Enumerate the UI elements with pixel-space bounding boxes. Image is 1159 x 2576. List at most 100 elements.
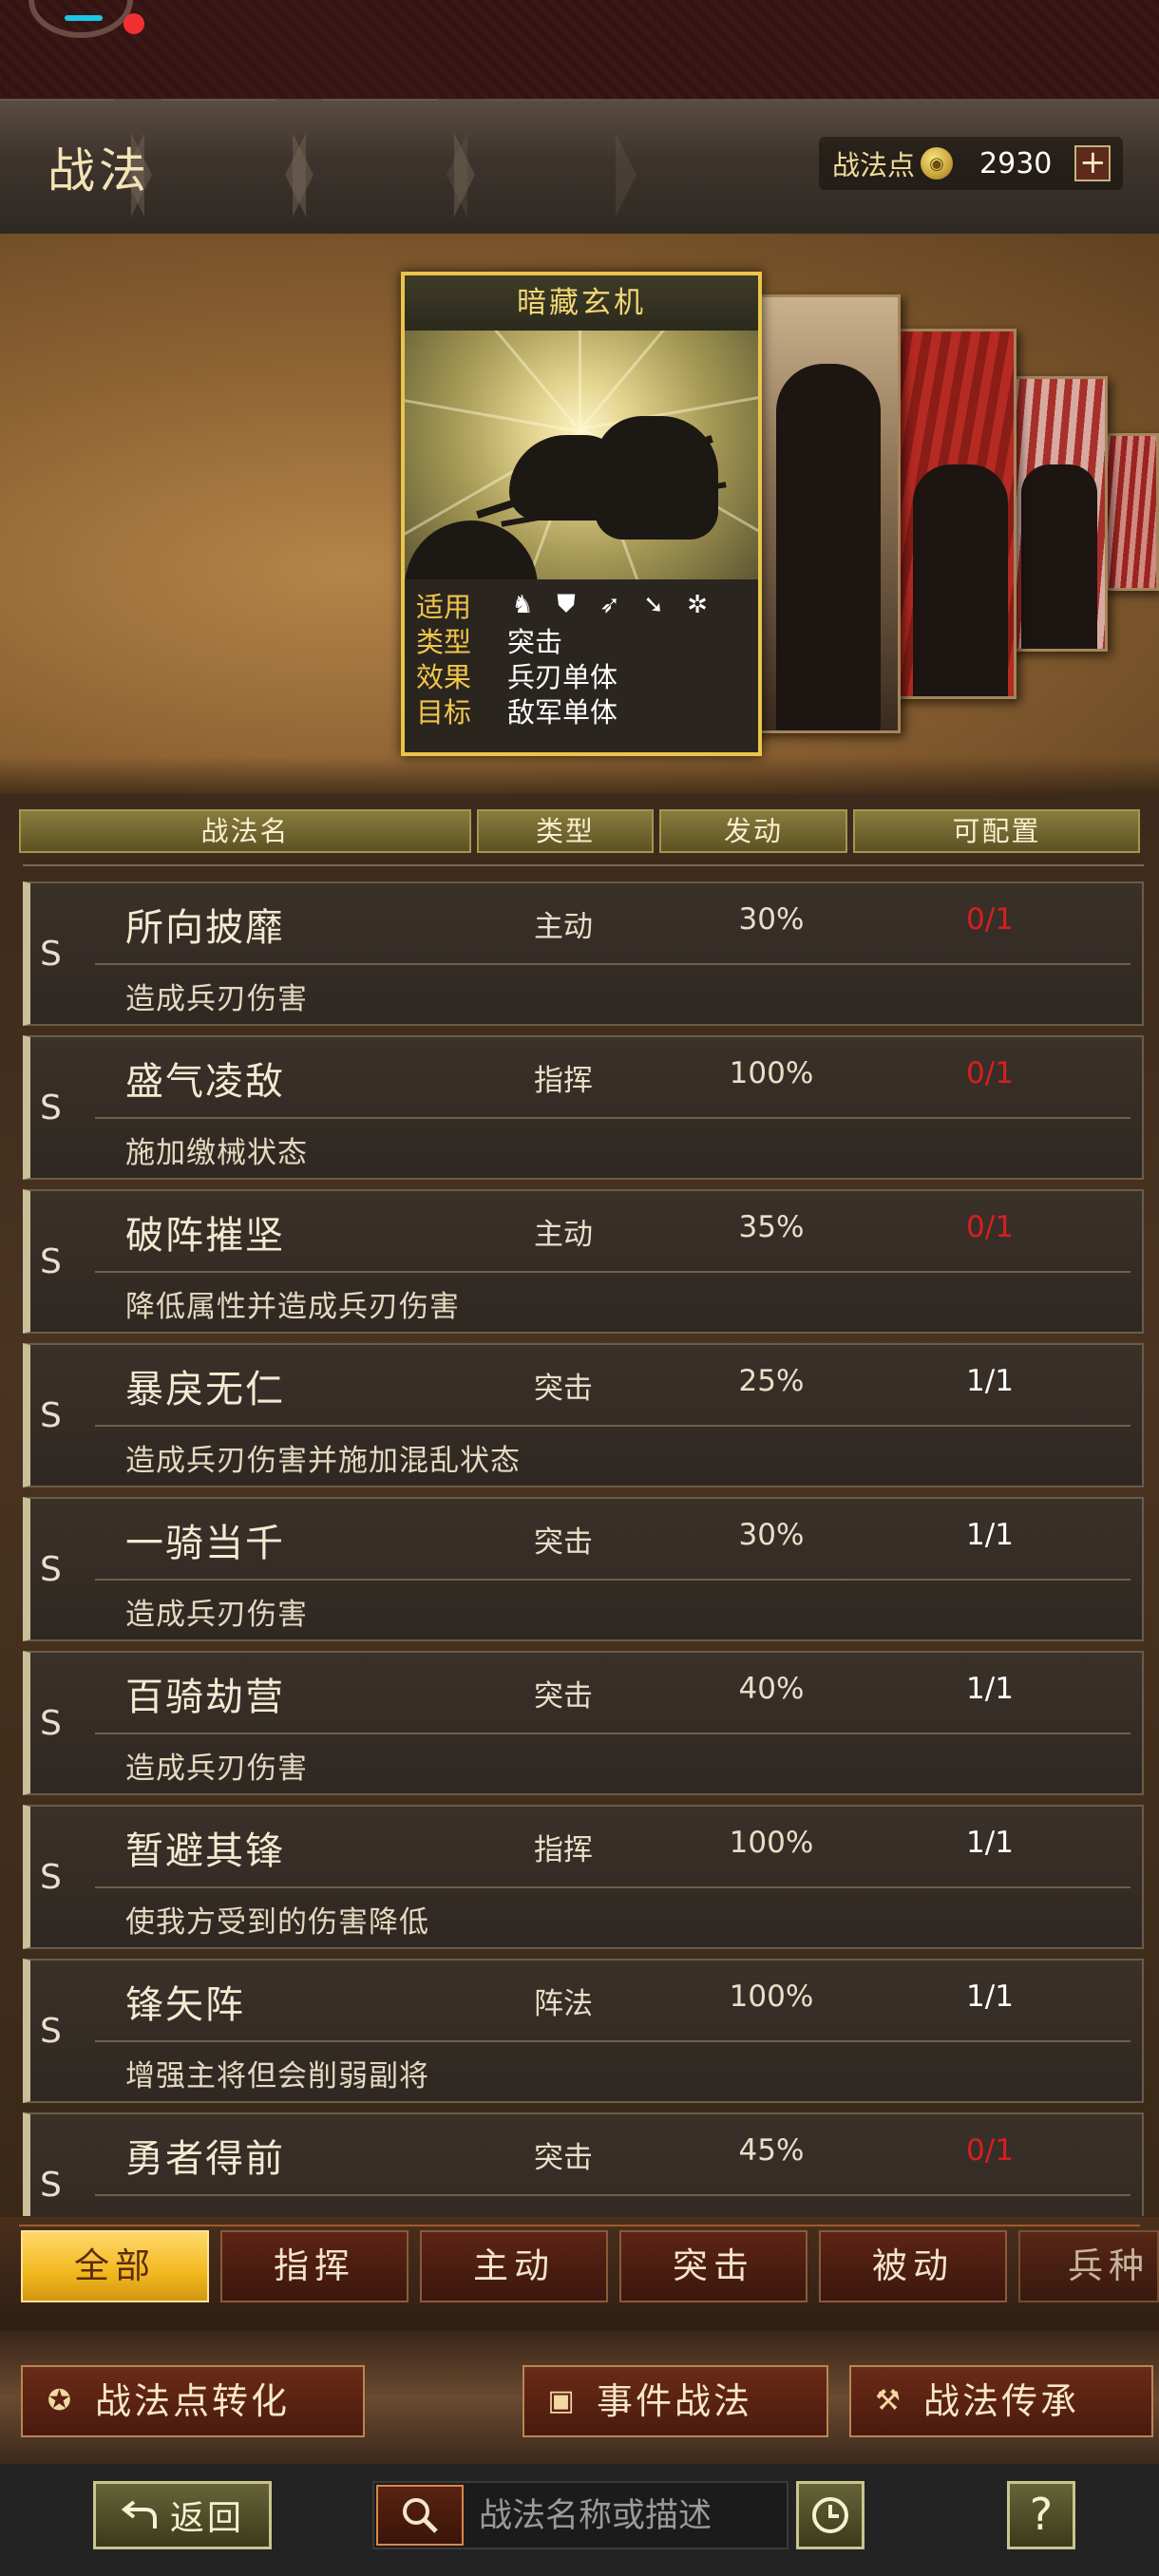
help-button[interactable]: ?	[1007, 2481, 1075, 2549]
tactic-points-value: 2930	[979, 146, 1053, 180]
tactic-config: 1/1	[966, 1672, 1014, 1706]
tactic-description: 造成兵刃伤害	[125, 1598, 308, 1632]
tactic-rate: 30%	[738, 1518, 805, 1552]
effect-value: 兵刃单体	[507, 660, 618, 693]
tab-assault[interactable]: 突击	[619, 2230, 808, 2302]
tab-command[interactable]: 指挥	[220, 2230, 408, 2302]
tab-bar-divider	[19, 2225, 1140, 2226]
tactic-grade: S	[40, 1550, 62, 1589]
header-divider	[23, 864, 1144, 866]
tactic-row[interactable]: S 锋矢阵 阵法 100% 1/1 增强主将但会削弱副将	[23, 1959, 1144, 2103]
tactic-rate: 45%	[738, 2133, 805, 2168]
convert-points-label: 战法点转化	[95, 2380, 291, 2422]
bow-icon: ➶	[599, 590, 620, 619]
tactic-type: 突击	[534, 2141, 593, 2175]
tactic-config: 0/1	[966, 902, 1014, 937]
search-input[interactable]	[479, 2491, 773, 2542]
column-header-rate[interactable]: 发动	[659, 809, 847, 853]
tactic-type: 指挥	[534, 1064, 593, 1098]
tactic-name: 暂避其锋	[125, 1829, 285, 1873]
bottom-navigation: 返回 ?	[0, 2464, 1159, 2576]
tactic-type: 突击	[534, 1372, 593, 1406]
spear-icon: ➘	[643, 590, 664, 619]
tactic-grade: S	[40, 935, 62, 974]
tactic-config: 1/1	[966, 1979, 1014, 2014]
tactic-card-thumbnail[interactable]	[891, 329, 1016, 699]
tactic-row[interactable]: S 一骑当千 突击 30% 1/1 造成兵刃伤害	[23, 1497, 1144, 1641]
tactic-row[interactable]: S 盛气凌敌 指挥 100% 0/1 施加缴械状态	[23, 1035, 1144, 1180]
tactic-grade: S	[40, 2012, 62, 2051]
tactic-config: 1/1	[966, 1826, 1014, 1860]
status-ring-icon	[28, 0, 133, 38]
row-divider	[95, 2040, 1130, 2042]
tactic-description: 造成兵刃伤害	[125, 982, 308, 1016]
cavalry-icon: ♞	[511, 590, 534, 619]
history-button[interactable]	[796, 2481, 864, 2549]
back-button[interactable]: 返回	[93, 2481, 272, 2549]
tactic-type: 主动	[534, 1218, 593, 1252]
page-title: 战法	[48, 143, 150, 199]
tactic-name: 锋矢阵	[125, 1983, 245, 2027]
tactic-row[interactable]: S 暂避其锋 指挥 100% 1/1 使我方受到的伤害降低	[23, 1805, 1144, 1949]
inherit-tactics-label: 战法传承	[923, 2380, 1080, 2422]
featured-card-artwork	[405, 331, 758, 579]
tactic-row[interactable]: S 破阵摧坚 主动 35% 0/1 降低属性并造成兵刃伤害	[23, 1189, 1144, 1334]
tactic-grade: S	[40, 1396, 62, 1435]
tactic-config: 1/1	[966, 1518, 1014, 1552]
featured-tactic-card[interactable]: 暗藏玄机 适用 ♞ ⛊ ➶ ➘ ✲ 类型 突击 效果 兵刃单体 目标 敌军单体	[401, 272, 762, 756]
back-label: 返回	[169, 2499, 244, 2538]
column-header-name[interactable]: 战法名	[19, 809, 471, 853]
target-row: 目标 敌军单体	[416, 692, 745, 729]
page-header: 战法 战法点 ◉ 2930 +	[0, 99, 1159, 234]
tactic-list-panel: 战法名 类型 发动 可配置 S 所向披靡 主动 30% 0/1 造成兵刃伤害 S…	[0, 794, 1159, 2226]
tactic-name: 盛气凌敌	[125, 1060, 285, 1104]
add-points-button[interactable]: +	[1074, 145, 1112, 181]
tactic-name: 一骑当千	[125, 1522, 285, 1565]
tactic-card-thumbnail[interactable]	[1009, 376, 1108, 652]
back-arrow-icon	[121, 2500, 157, 2529]
tactic-row[interactable]: S 百骑劫营 突击 40% 1/1 造成兵刃伤害	[23, 1651, 1144, 1795]
hex-pattern-decoration	[124, 99, 314, 234]
featured-card-name: 暗藏玄机	[405, 275, 758, 331]
type-row: 类型 突击	[416, 622, 745, 658]
hammer-icon: ⚒	[875, 2384, 903, 2417]
tab-troop[interactable]: 兵种	[1018, 2230, 1159, 2302]
tactic-row[interactable]: S 暴戾无仁 突击 25% 1/1 造成兵刃伤害并施加混乱状态	[23, 1343, 1144, 1487]
applies-row: 适用 ♞ ⛊ ➶ ➘ ✲	[416, 587, 745, 623]
action-bar: ✪ 战法点转化 ▣ 事件战法 ⚒ 战法传承	[0, 2331, 1159, 2464]
tactic-type: 指挥	[534, 1833, 593, 1867]
tab-passive[interactable]: 被动	[819, 2230, 1007, 2302]
event-tactics-label: 事件战法	[597, 2380, 753, 2422]
scroll-icon: ▣	[547, 2384, 578, 2417]
tactic-card-thumbnail[interactable]	[1102, 433, 1159, 591]
flame-coin-icon: ✪	[47, 2384, 75, 2417]
search-button[interactable]	[376, 2485, 464, 2546]
tactic-point-coin-icon: ◉	[921, 147, 954, 180]
tactic-type: 主动	[534, 910, 593, 944]
tab-all[interactable]: 全部	[21, 2230, 209, 2302]
tab-active[interactable]: 主动	[420, 2230, 608, 2302]
tactic-config: 0/1	[966, 1056, 1014, 1090]
tactic-description: 使我方受到的伤害降低	[125, 1905, 429, 1940]
siege-wheel-icon: ✲	[687, 590, 708, 619]
tactic-list[interactable]: S 所向披靡 主动 30% 0/1 造成兵刃伤害 S 盛气凌敌 指挥 100% …	[23, 881, 1144, 2216]
inherit-tactics-button[interactable]: ⚒ 战法传承	[849, 2365, 1153, 2437]
row-divider	[95, 963, 1130, 965]
tactic-row[interactable]: S 勇者得前 突击 45% 0/1	[23, 2112, 1144, 2216]
row-divider	[95, 1733, 1130, 1734]
tactic-type: 阵法	[534, 1987, 593, 2021]
status-bar	[0, 0, 1159, 99]
tactic-grade: S	[40, 1858, 62, 1897]
tactic-card-showcase: 暗藏玄机 适用 ♞ ⛊ ➶ ➘ ✲ 类型 突击 效果 兵刃单体 目标 敌军单体	[0, 234, 1159, 794]
tactic-name: 勇者得前	[125, 2137, 285, 2181]
hex-pattern-decoration	[285, 99, 475, 234]
tactic-grade: S	[40, 2166, 62, 2205]
event-tactics-button[interactable]: ▣ 事件战法	[522, 2365, 828, 2437]
tactic-points-label: 战法点	[832, 149, 916, 181]
column-header-type[interactable]: 类型	[477, 809, 654, 853]
convert-points-button[interactable]: ✪ 战法点转化	[21, 2365, 365, 2437]
tactic-row[interactable]: S 所向披靡 主动 30% 0/1 造成兵刃伤害	[23, 881, 1144, 1026]
clock-icon	[812, 2497, 848, 2533]
tactic-card-thumbnail[interactable]	[750, 294, 901, 733]
column-header-config[interactable]: 可配置	[853, 809, 1140, 853]
